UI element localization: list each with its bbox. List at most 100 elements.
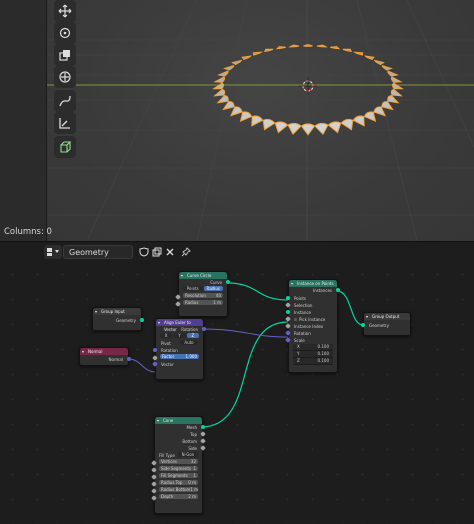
field-value[interactable]: N-Gon <box>178 452 198 457</box>
socket-label: Top <box>190 432 197 437</box>
unlink-button[interactable] <box>164 245 176 259</box>
cone-instance <box>288 44 300 48</box>
3d-viewport[interactable]: Columns: 0 <box>0 0 474 241</box>
node-cone[interactable]: Cone Mesh Top Bottom Side Fill TypeN-Gon… <box>151 416 206 514</box>
add-cube-tool-button[interactable] <box>54 136 76 158</box>
node-group-input[interactable]: Group Input Geometry <box>92 307 144 331</box>
socket-output[interactable] <box>202 327 206 331</box>
socket-label: Vector <box>161 362 174 367</box>
field-value: 1.000 <box>185 354 197 359</box>
move-tool-button[interactable] <box>54 0 76 22</box>
socket-label: Side <box>188 446 197 451</box>
node-editor-header: Geometry Nodes <box>0 241 474 271</box>
cone-instance <box>373 106 386 117</box>
cone-instance <box>390 88 403 97</box>
socket-input[interactable] <box>361 323 365 327</box>
output-rotation: Rotation <box>156 326 206 333</box>
pivot-dropdown[interactable]: Pivot Auto <box>156 340 203 347</box>
mode-option-radius[interactable]: Radius <box>203 286 223 291</box>
socket-output[interactable] <box>226 280 230 284</box>
node-instance-on-points[interactable]: Instance on Points Instances Points Sele… <box>285 279 340 373</box>
cone-instance <box>340 118 354 131</box>
resolution-field[interactable]: Resolution 40 <box>175 293 227 300</box>
axis-option-z[interactable]: Z <box>186 333 199 338</box>
add-cube-icon <box>60 141 72 153</box>
scale-z-field[interactable]: Z 0.100 <box>293 358 333 365</box>
input-instance-index: Instance Index <box>285 323 337 330</box>
field-label: X <box>297 344 300 349</box>
socket-output[interactable] <box>140 318 144 322</box>
viewport-canvas[interactable] <box>47 0 474 241</box>
socket-label: Selection <box>294 303 313 308</box>
transform-tool-button[interactable] <box>54 66 76 88</box>
cone-instance <box>363 111 377 122</box>
socket-label: Instances <box>312 288 332 293</box>
cone-field-depth[interactable]: Depth 2 m <box>151 494 202 501</box>
cone-field-radius-bottom[interactable]: Radius Bottom 1 m <box>151 487 202 494</box>
3d-cursor-icon[interactable] <box>299 77 317 95</box>
measure-tool-button[interactable] <box>54 112 76 134</box>
annotate-tool-button[interactable] <box>54 90 76 112</box>
socket-output[interactable] <box>201 425 205 429</box>
axis-selector[interactable]: X Y Z <box>156 333 203 340</box>
scale-y-field[interactable]: Y 0.100 <box>293 351 333 358</box>
cone-instance <box>330 46 341 50</box>
mode-option-points[interactable]: Points <box>183 286 203 291</box>
cone-fields: Vertices 32 Side Segments 1 Fill Segments 1 Ra… <box>151 459 202 501</box>
cone-instance <box>300 123 316 136</box>
field-value: 0 m <box>188 480 196 485</box>
mode-selector[interactable]: Points Radius <box>179 286 227 293</box>
socket-input[interactable] <box>153 348 157 352</box>
fake-user-button[interactable] <box>138 245 150 259</box>
cone-instance <box>212 82 224 90</box>
output-top: Top <box>155 431 206 438</box>
socket-output[interactable] <box>127 357 131 361</box>
socket-input[interactable] <box>286 310 290 314</box>
viewport-toolbar <box>51 0 79 160</box>
link-cone-to-instance <box>200 321 289 428</box>
input-rotation: Rotation <box>153 347 203 354</box>
rotate-tool-button[interactable] <box>54 22 76 44</box>
node-curve-circle[interactable]: Curve Circle Curve Points Radius Resolut… <box>175 271 230 317</box>
input-pick-instance[interactable]: Pick Instance <box>285 316 337 323</box>
axis-option-x[interactable]: X <box>160 333 173 338</box>
duplicate-button[interactable] <box>151 245 163 259</box>
checkbox[interactable] <box>294 318 297 321</box>
cone-field-side-segments[interactable]: Side Segments 1 <box>151 466 202 473</box>
node-canvas[interactable]: Curve Circle Curve Points Radius Resolut… <box>0 262 474 524</box>
node-group-output[interactable]: Group Output Geometry <box>361 312 411 336</box>
node-title: Curve Circle <box>179 272 227 279</box>
socket-label: Instance Index <box>294 324 324 329</box>
cone-field-vertices[interactable]: Vertices 32 <box>151 459 202 466</box>
cone-field-radius-top[interactable]: Radius Top 0 m <box>151 480 202 487</box>
scale-tool-button[interactable] <box>54 44 76 66</box>
input-vector: Vector <box>152 361 203 368</box>
output-geometry: Geometry <box>93 317 144 324</box>
field-label: Depth <box>161 494 174 499</box>
field-label: Fill Segments <box>161 473 188 478</box>
node-tree-name-field[interactable]: Geometry Nodes <box>63 245 133 271</box>
cone-instance <box>213 88 226 97</box>
cone-instance <box>303 43 313 47</box>
socket-input[interactable] <box>286 296 290 300</box>
fill-type-dropdown[interactable]: Fill Type N-Gon <box>155 452 202 459</box>
input-rotation: Rotation <box>285 330 337 337</box>
editor-type-dropdown[interactable] <box>44 245 62 259</box>
node-align-euler-to-vector[interactable]: Align Euler to Vector Rotation X Y Z Piv… <box>152 318 206 380</box>
node-normal[interactable]: Normal Normal <box>79 347 131 366</box>
pin-button[interactable] <box>180 245 192 259</box>
cone-instance <box>390 76 403 83</box>
socket-label: Rotation <box>161 348 178 353</box>
scale-vector-field[interactable]: X 0.100 Y 0.100 Z 0.100 <box>293 344 333 365</box>
axis-option-y[interactable]: Y <box>173 333 186 338</box>
input-points: Points <box>286 295 337 302</box>
socket-output[interactable] <box>336 288 340 292</box>
factor-field[interactable]: Factor 1.000 <box>152 354 203 361</box>
scale-x-field[interactable]: X 0.100 <box>293 344 333 351</box>
radius-field[interactable]: Radius 1 m <box>175 300 227 307</box>
cone-field-fill-segments[interactable]: Fill Segments 1 <box>151 473 202 480</box>
field-value: 0.100 <box>317 344 329 349</box>
field-label: Fill Type <box>159 453 175 458</box>
field-value[interactable]: Auto <box>180 340 198 345</box>
node-links <box>127 282 364 428</box>
